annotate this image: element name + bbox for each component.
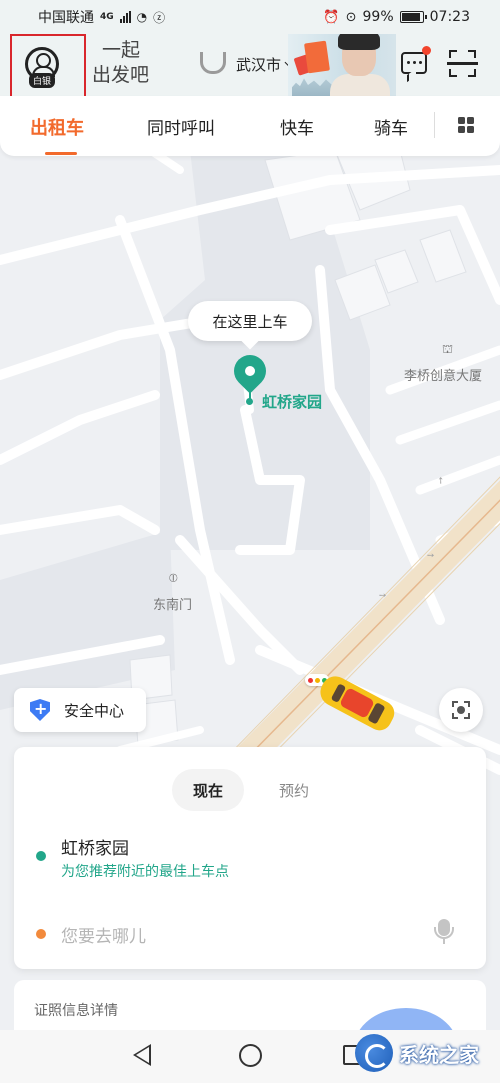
locate-icon	[457, 706, 465, 714]
promo-city-graphic	[292, 78, 332, 96]
safety-center-button[interactable]: 安全中心	[14, 688, 146, 732]
tab-simultaneous-call[interactable]: 同时呼叫	[147, 114, 215, 139]
slogan-line-1: 一起	[102, 39, 141, 61]
destination-dot-icon	[36, 929, 46, 939]
home-icon[interactable]	[239, 1044, 262, 1067]
active-tab-indicator	[45, 152, 77, 155]
status-left: 中国联通 4G ◔ ⓩ	[38, 7, 165, 27]
signal-icon	[119, 11, 131, 23]
alarm-icon: ⏰	[323, 9, 340, 25]
microphone-icon[interactable]	[433, 919, 455, 945]
battery-icon	[399, 11, 427, 23]
promo-banner[interactable]	[288, 34, 396, 96]
origin-dot-icon	[36, 851, 46, 861]
tab-taxi[interactable]: 出租车	[30, 114, 84, 140]
pickup-pin-dot	[246, 398, 253, 405]
unread-dot	[422, 46, 431, 55]
origin-hint: 为您推荐附近的最佳上车点	[61, 864, 229, 880]
license-info-title: 证照信息详情	[34, 1003, 118, 1019]
brand-slogan: 一起 出发吧	[92, 38, 162, 88]
safety-center-label: 安全中心	[64, 701, 125, 720]
promo-person-hair	[338, 34, 380, 50]
app-notification-icon: ◔	[136, 10, 148, 24]
watermark-text: 系统之家	[399, 1042, 479, 1067]
watermark-logo-icon	[355, 1034, 393, 1072]
site-watermark: 系统之家	[355, 1030, 495, 1076]
location-icon: ⊙	[345, 9, 357, 25]
didi-logo-icon	[200, 52, 226, 74]
origin-name[interactable]: 虹桥家园	[61, 834, 129, 859]
message-icon[interactable]	[401, 52, 427, 74]
promo-person-body	[330, 74, 390, 96]
network-type: 4G	[100, 12, 114, 22]
app-header: 白银 一起 出发吧 武汉市	[0, 34, 500, 110]
shield-icon	[30, 699, 50, 721]
tab-express[interactable]: 快车	[280, 114, 314, 139]
member-level-badge: 白银	[29, 73, 56, 88]
booking-card: 现在 预约 虹桥家园 为您推荐附近的最佳上车点 您要去哪儿	[14, 747, 486, 969]
promo-card-graphic	[304, 40, 330, 74]
tab-divider	[434, 112, 435, 138]
destination-input[interactable]: 您要去哪儿	[61, 922, 146, 947]
locate-me-button[interactable]	[439, 688, 483, 732]
back-icon[interactable]	[133, 1044, 151, 1066]
slogan-line-2: 出发吧	[92, 64, 150, 86]
time-mode-toggle: 现在 预约	[172, 769, 332, 811]
poi-gate-label: 东南门	[153, 598, 193, 613]
pickup-bubble[interactable]: 在这里上车	[188, 301, 312, 341]
poi-building-label: 李桥创意大厦	[404, 369, 483, 384]
scan-icon[interactable]	[447, 50, 478, 77]
building-poi-icon: ⛫	[442, 342, 454, 356]
city-selector[interactable]: 武汉市	[236, 54, 295, 75]
carrier-name: 中国联通	[38, 10, 94, 26]
service-tabs: 出租车 同时呼叫 快车 骑车	[0, 96, 500, 156]
tab-bike[interactable]: 骑车	[374, 114, 408, 139]
mode-reserve-button[interactable]: 预约	[258, 769, 330, 811]
gate-poi-icon: ⦶	[169, 571, 178, 585]
city-name: 武汉市	[236, 56, 282, 74]
pickup-location-label: 虹桥家园	[262, 393, 323, 411]
battery-percent: 99%	[362, 9, 394, 25]
status-right: ⏰ ⊙ 99% 07:23	[323, 9, 470, 25]
alipay-icon: ⓩ	[153, 10, 166, 25]
status-bar: 中国联通 4G ◔ ⓩ ⏰ ⊙ 99% 07:23	[0, 0, 500, 34]
mode-now-button[interactable]: 现在	[172, 769, 244, 811]
clock: 07:23	[429, 9, 470, 25]
more-services-grid-icon[interactable]	[458, 117, 474, 133]
